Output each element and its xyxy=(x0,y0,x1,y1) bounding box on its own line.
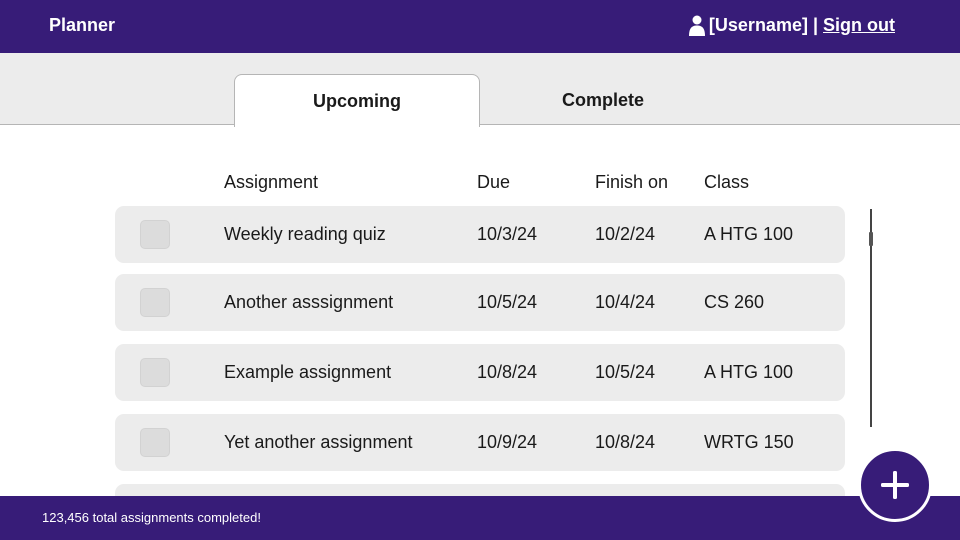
tab-strip: Upcoming Complete xyxy=(0,53,960,127)
scrollbar-thumb[interactable] xyxy=(869,232,873,246)
column-header-assignment: Assignment xyxy=(224,172,319,192)
username: [Username] xyxy=(708,15,808,35)
table-row[interactable]: Yet another assignment 10/9/24 10/8/24 W… xyxy=(115,414,845,471)
assignment-name: Example assignment xyxy=(224,362,392,382)
assignment-name: Yet another assignment xyxy=(224,432,413,452)
row-checkbox[interactable] xyxy=(140,358,170,387)
user-area: [Username] | Sign out xyxy=(688,15,895,36)
separator: | xyxy=(812,15,819,35)
sign-out-link[interactable]: Sign out xyxy=(823,15,895,36)
finish-date: 10/2/24 xyxy=(595,224,656,244)
assignment-name: Another asssignment xyxy=(224,292,394,312)
footer-bar: 123,456 total assignments completed! xyxy=(0,496,960,540)
class-name: A HTG 100 xyxy=(704,224,794,244)
finish-date: 10/5/24 xyxy=(595,362,656,382)
table-row[interactable]: Weekly reading quiz 10/3/24 10/2/24 A HT… xyxy=(115,206,845,263)
column-header-finish-on: Finish on xyxy=(595,172,669,192)
tab-upcoming[interactable]: Upcoming xyxy=(234,74,480,127)
due-date: 10/3/24 xyxy=(477,224,538,244)
table-row[interactable]: Example assignment 10/8/24 10/5/24 A HTG… xyxy=(115,344,845,401)
top-bar: Planner [Username] | Sign out xyxy=(0,0,960,53)
app-title: Planner xyxy=(49,15,116,35)
plus-icon xyxy=(881,471,909,499)
class-name: CS 260 xyxy=(704,292,765,312)
table-row[interactable]: Another asssignment 10/5/24 10/4/24 CS 2… xyxy=(115,274,845,331)
add-assignment-button[interactable] xyxy=(858,448,932,522)
due-date: 10/9/24 xyxy=(477,432,538,452)
row-checkbox[interactable] xyxy=(140,428,170,457)
column-header-class: Class xyxy=(704,172,750,192)
planner-app: Planner [Username] | Sign out Upcoming C… xyxy=(0,0,960,540)
class-name: A HTG 100 xyxy=(704,362,794,382)
class-name: WRTG 150 xyxy=(704,432,794,452)
completed-count-status: 123,456 total assignments completed! xyxy=(42,510,261,525)
tab-complete[interactable]: Complete xyxy=(480,74,726,126)
user-icon xyxy=(688,15,705,36)
column-header-due: Due xyxy=(477,172,511,192)
finish-date: 10/8/24 xyxy=(595,432,656,452)
row-checkbox[interactable] xyxy=(140,288,170,317)
due-date: 10/5/24 xyxy=(477,292,538,312)
row-checkbox[interactable] xyxy=(140,220,170,249)
scrollbar[interactable] xyxy=(869,209,873,427)
due-date: 10/8/24 xyxy=(477,362,538,382)
assignment-name: Weekly reading quiz xyxy=(224,224,386,244)
finish-date: 10/4/24 xyxy=(595,292,656,312)
